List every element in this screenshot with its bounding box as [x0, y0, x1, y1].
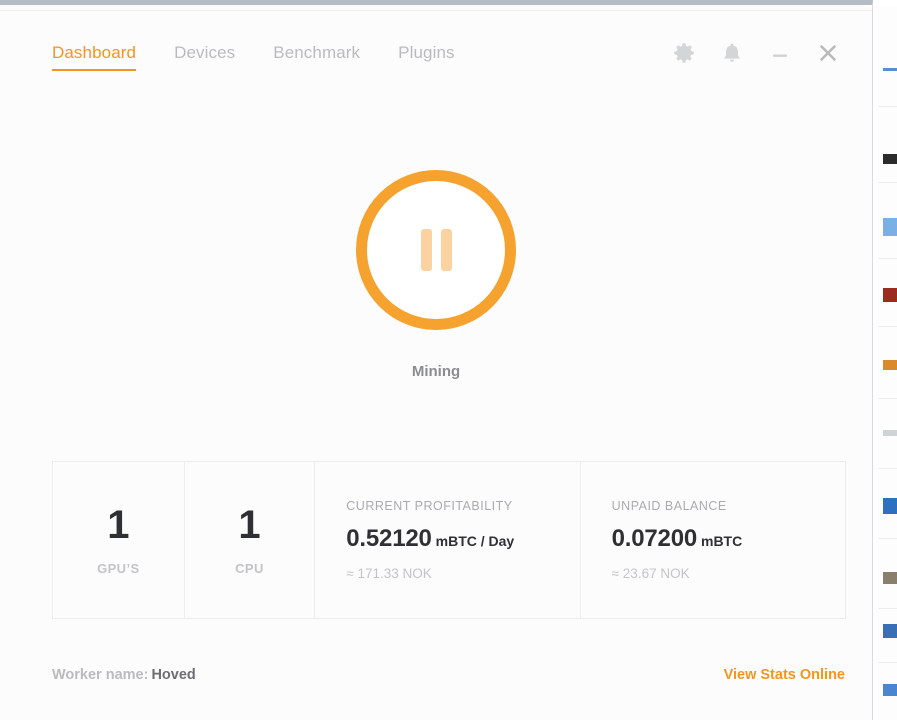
bg-fragment — [883, 288, 897, 302]
stat-cell-profitability: CURRENT PROFITABILITY 0.52120mBTC / Day … — [314, 462, 579, 618]
application-window: Dashboard Devices Benchmark Plugins — [0, 0, 873, 720]
balance-title: UNPAID BALANCE — [612, 499, 845, 513]
pause-bar-right — [441, 229, 452, 271]
profitability-fiat: ≈ 171.33 NOK — [346, 566, 579, 581]
settings-button[interactable] — [670, 39, 698, 67]
gpu-count-label: GPU’S — [97, 561, 139, 576]
stat-cell-gpu: 1 GPU’S — [53, 462, 184, 618]
minimize-icon — [769, 42, 791, 64]
title-bar: Dashboard Devices Benchmark Plugins — [0, 11, 872, 95]
bg-fragment — [883, 154, 897, 164]
cpu-count-label: CPU — [235, 561, 264, 576]
stat-cell-cpu: 1 CPU — [184, 462, 315, 618]
bell-icon — [720, 41, 744, 65]
stats-panel: 1 GPU’S 1 CPU CURRENT PROFITABILITY 0.52… — [52, 461, 846, 619]
footer-bar: Worker name:Hoved View Stats Online — [0, 655, 872, 699]
minimize-button[interactable] — [766, 39, 794, 67]
bg-divider — [879, 182, 897, 183]
bg-divider — [879, 468, 897, 469]
bg-fragment — [883, 624, 897, 638]
worker-name-label: Worker name: — [52, 667, 148, 683]
bg-divider — [879, 106, 897, 107]
bg-fragment — [883, 430, 897, 436]
gpu-count-value: 1 — [107, 505, 129, 545]
balance-value-row: 0.07200mBTC — [612, 525, 845, 553]
view-stats-online-link[interactable]: View Stats Online — [724, 667, 845, 683]
cpu-count-value: 1 — [238, 505, 260, 545]
tab-dashboard[interactable]: Dashboard — [52, 43, 136, 71]
bg-divider — [879, 326, 897, 327]
mining-toggle-button[interactable] — [356, 170, 516, 330]
bg-fragment — [883, 572, 897, 584]
tab-devices[interactable]: Devices — [174, 43, 235, 71]
close-button[interactable] — [814, 39, 842, 67]
mining-section: Mining — [0, 95, 872, 425]
bg-divider — [879, 608, 897, 609]
bg-divider — [879, 258, 897, 259]
bg-fragment — [883, 498, 897, 514]
stat-cell-unpaid-balance: UNPAID BALANCE 0.07200mBTC ≈ 23.67 NOK — [580, 462, 845, 618]
bg-fragment — [883, 68, 897, 71]
pause-icon — [421, 229, 452, 271]
tab-plugins[interactable]: Plugins — [398, 43, 454, 71]
bg-fragment — [883, 684, 897, 696]
profitability-value-row: 0.52120 mBTC / Day — [346, 525, 579, 553]
worker-name: Worker name:Hoved — [52, 667, 196, 683]
notifications-button[interactable] — [718, 39, 746, 67]
profitability-title: CURRENT PROFITABILITY — [346, 499, 579, 513]
profitability-unit: mBTC / Day — [436, 533, 515, 549]
navigation-tabs: Dashboard Devices Benchmark Plugins — [52, 43, 493, 71]
tab-benchmark[interactable]: Benchmark — [273, 43, 360, 71]
gear-icon — [671, 40, 697, 66]
bg-fragment — [883, 218, 897, 236]
bg-fragment — [883, 360, 897, 370]
balance-amount: 0.07200 — [612, 525, 697, 552]
balance-unit: mBTC — [701, 533, 742, 549]
bg-divider — [879, 538, 897, 539]
close-icon — [816, 41, 840, 65]
mining-status-label: Mining — [0, 363, 872, 380]
balance-fiat: ≈ 23.67 NOK — [612, 566, 845, 581]
pause-bar-left — [421, 229, 432, 271]
bg-divider — [879, 398, 897, 399]
worker-name-value: Hoved — [151, 667, 195, 683]
bg-divider — [879, 662, 897, 663]
profitability-amount: 0.52120 — [346, 525, 431, 552]
window-controls — [670, 39, 842, 67]
